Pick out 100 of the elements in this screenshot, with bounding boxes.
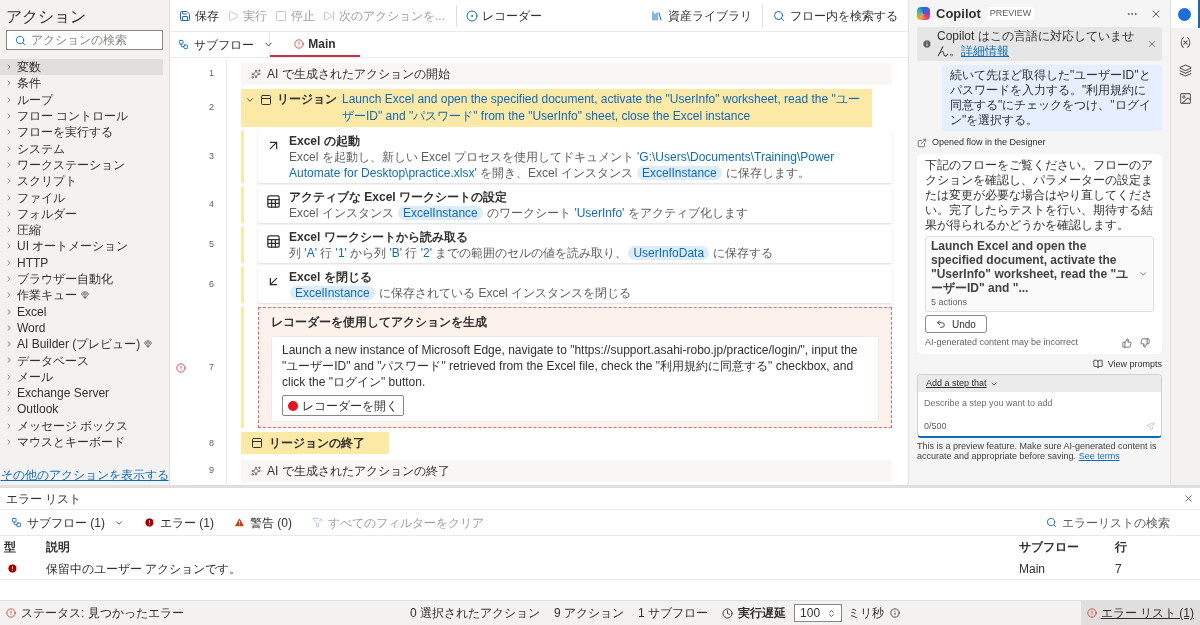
- close-icon[interactable]: [1183, 493, 1194, 504]
- action-category[interactable]: ファイル: [0, 189, 163, 206]
- event-message: Opened flow in the Designer: [932, 136, 1046, 149]
- action-card[interactable]: Excel の起動 Excel を起動し、新しい Excel プロセスを使用してドキュメント 'G:\Users\Documents\Training\Power Automate for Desktop\practice.xlsx' を開き、Excel インスタンス ExcelInstance に保存します。: [258, 131, 892, 183]
- action-category[interactable]: Word: [0, 319, 163, 337]
- toolbar-button[interactable]: フロー内を検索する: [769, 3, 902, 28]
- search-input[interactable]: エラーリストの検索: [1062, 513, 1188, 532]
- toolbar-button[interactable]: 資産ライブラリ: [647, 3, 756, 28]
- action-category[interactable]: 条件: [0, 75, 163, 92]
- filter-button[interactable]: 警告 (0): [231, 513, 295, 532]
- action-category[interactable]: 変数: [0, 59, 163, 76]
- action-title: Excel ワークシートから読み取る: [289, 229, 469, 245]
- action-category[interactable]: ワークステーション: [0, 156, 163, 174]
- thumbs-down-icon[interactable]: [1140, 337, 1150, 348]
- search-icon: [773, 9, 785, 22]
- record-icon: [466, 9, 478, 22]
- search-input[interactable]: アクションの検索: [31, 31, 154, 49]
- open-recorder-button[interactable]: レコーダーを開く: [282, 395, 404, 416]
- variables-icon: [1179, 35, 1192, 49]
- action-category[interactable]: フロー コントロール: [0, 107, 163, 125]
- status-text: ステータス: 見つかったエラー: [21, 605, 184, 622]
- action-category[interactable]: メッセージ ボックス: [0, 417, 163, 434]
- action-category[interactable]: 作業キュー: [0, 287, 163, 304]
- line-number: 2: [209, 101, 214, 115]
- character-counter: 0/500: [924, 420, 947, 433]
- search-icon: [1046, 517, 1057, 528]
- search-icon: [15, 34, 26, 46]
- subflow-dropdown[interactable]: サブフロー: [170, 32, 270, 57]
- region-end-row[interactable]: リージョンの終了: [241, 432, 389, 454]
- action-category[interactable]: AI Builder (プレビュー): [0, 336, 163, 353]
- error-list-button[interactable]: エラー リスト (1): [1080, 601, 1200, 625]
- action-card[interactable]: アクティブな Excel ワークシートの設定 Excel インスタンス ExcelInstance のワークシート 'UserInfo' をアクティブ化します: [258, 187, 892, 223]
- action-card[interactable]: Excel ワークシートから読み取る 列 'A' 行 '1' から列 'B' 行 '2' までの範囲のセルの値を読み取り、 UserInfoData に保存する: [258, 227, 892, 263]
- spreadsheet-icon: [266, 234, 281, 249]
- close-icon[interactable]: [1147, 39, 1157, 49]
- action-category[interactable]: データベース: [0, 352, 163, 369]
- more-actions-link[interactable]: その他のアクションを表示する: [0, 466, 169, 484]
- action-category[interactable]: 圧縮: [0, 221, 163, 239]
- action-category[interactable]: システム: [0, 140, 163, 157]
- delay-unit: ミリ秒: [848, 605, 885, 622]
- image-icon: [1179, 91, 1192, 105]
- error-icon: [144, 517, 155, 528]
- skip-forward-icon: [323, 9, 335, 22]
- action-category[interactable]: マウスとキーボード: [0, 433, 163, 451]
- action-category[interactable]: Outlook: [0, 401, 163, 418]
- spreadsheet-icon: [266, 194, 281, 209]
- thumbs-up-icon[interactable]: [1122, 337, 1132, 348]
- error-icon: [7, 563, 18, 574]
- column-header: 説明: [46, 539, 71, 556]
- action-category[interactable]: UI オートメーション: [0, 238, 163, 255]
- action-category[interactable]: Exchange Server: [0, 384, 163, 402]
- chevron-down-icon: [245, 95, 255, 105]
- flow-summary-card[interactable]: Launch Excel and open the specified document, activate the "UserInfo" worksheet, read the "ユーザーID" and "... 5 actions: [925, 235, 1154, 312]
- action-category[interactable]: HTTP: [0, 254, 163, 271]
- details-link[interactable]: 詳細情報: [961, 44, 1009, 58]
- action-title: アクティブな Excel ワークシートの設定: [289, 189, 509, 205]
- region-end-label: リージョンの終了: [269, 435, 365, 452]
- ai-marker-label: AI で生成されたアクションの終了: [267, 463, 450, 480]
- error-search-field[interactable]: エラーリストの検索: [1042, 513, 1192, 532]
- action-category[interactable]: ブラウザー自動化: [0, 270, 163, 288]
- region-title: リージョン: [277, 91, 337, 108]
- region-header[interactable]: リージョン Launch Excel and open the specified document, activate the "UserInfo" worksheet, read the "ユーザーID" and "パスワード" from the "UserInfo" sheet, close the Excel instance: [241, 89, 872, 127]
- ai-marker-label: AI で生成されたアクションの開始: [267, 66, 450, 83]
- banner-message: Copilot はこの言語に対応していません。詳細情報: [937, 29, 1135, 59]
- prompt-input[interactable]: Describe a step you want to add: [918, 392, 1161, 420]
- action-category[interactable]: Excel: [0, 303, 163, 320]
- user-message: 続いて先ほど取得した"ユーザーID"とパスワードを入力する。"利用規約に同意する"にチェックをつけ、"ログイン"を選択する。: [942, 65, 1162, 131]
- sparkle-icon: [251, 69, 261, 79]
- toolbar-button[interactable]: 保存: [176, 3, 222, 28]
- undo-icon: [936, 319, 946, 329]
- error-description: 保留中のユーザー アクションです。: [46, 560, 243, 578]
- subflow-icon: [178, 39, 189, 50]
- line-number: 5: [209, 238, 214, 252]
- flow-tab[interactable]: Main: [270, 32, 360, 57]
- copilot-logo-icon: [917, 7, 930, 20]
- view-prompts-button[interactable]: View prompts: [1092, 357, 1162, 371]
- info-icon: [890, 608, 901, 618]
- see-terms-link[interactable]: See terms: [1078, 450, 1120, 461]
- side-rail-tab[interactable]: [1171, 0, 1200, 28]
- action-category[interactable]: フローを実行する: [0, 124, 163, 141]
- action-description: 列 'A' 行 '1' から列 'B' 行 '2' までの範囲のセルの値を読み取り、 UserInfoData に保存する: [289, 245, 774, 261]
- action-category[interactable]: スクリプト: [0, 173, 163, 190]
- spinner-arrows-icon: [827, 608, 837, 618]
- action-category[interactable]: メール: [0, 368, 163, 385]
- action-search-field[interactable]: アクションの検索: [6, 30, 163, 50]
- sparkle-icon: [251, 466, 261, 476]
- undo-button[interactable]: Undo: [925, 315, 987, 333]
- subflow-icon: [11, 517, 22, 528]
- error-icon: [1086, 608, 1097, 618]
- action-card[interactable]: Excel を閉じる ExcelInstance に保存されている Excel インスタンスを閉じる: [258, 267, 892, 303]
- region-icon: [260, 94, 272, 106]
- prompt-composer[interactable]: Add a step that Describe a step you want to add 0/500: [917, 374, 1162, 438]
- line-number: 8: [209, 437, 214, 451]
- delay-input[interactable]: 100: [794, 604, 843, 622]
- action-category[interactable]: ループ: [0, 91, 163, 108]
- action-category[interactable]: フォルダー: [0, 205, 163, 222]
- toolbar-button[interactable]: レコーダー: [463, 3, 545, 28]
- filter-button[interactable]: サブフロー (1): [8, 513, 127, 532]
- library-icon: [651, 9, 663, 22]
- filter-button[interactable]: エラー (1): [141, 513, 217, 532]
